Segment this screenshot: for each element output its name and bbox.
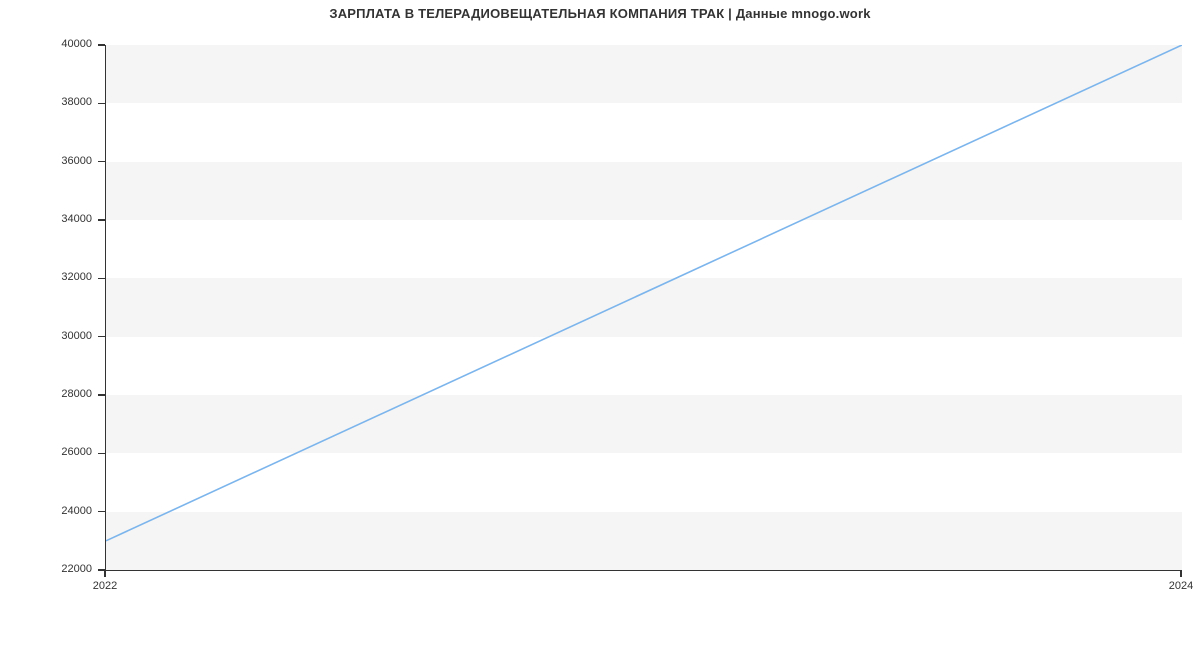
- tick-mark: [98, 453, 105, 455]
- y-tick-label: 40000: [0, 38, 92, 50]
- y-tick-label: 22000: [0, 563, 92, 575]
- tick-mark: [98, 394, 105, 396]
- x-tick-label: 2022: [65, 580, 145, 592]
- y-tick-label: 30000: [0, 330, 92, 342]
- y-tick-label: 28000: [0, 388, 92, 400]
- tick-mark: [98, 219, 105, 221]
- y-tick-label: 38000: [0, 96, 92, 108]
- tick-mark: [98, 103, 105, 105]
- tick-mark: [98, 161, 105, 163]
- x-tick-label: 2024: [1141, 580, 1200, 592]
- tick-mark: [98, 511, 105, 513]
- tick-mark: [1180, 570, 1182, 577]
- tick-mark: [98, 336, 105, 338]
- y-tick-label: 32000: [0, 271, 92, 283]
- chart-title: ЗАРПЛАТА В ТЕЛЕРАДИОВЕЩАТЕЛЬНАЯ КОМПАНИЯ…: [0, 6, 1200, 21]
- salary-line-chart: ЗАРПЛАТА В ТЕЛЕРАДИОВЕЩАТЕЛЬНАЯ КОМПАНИЯ…: [0, 0, 1200, 650]
- y-tick-label: 24000: [0, 505, 92, 517]
- tick-mark: [104, 570, 106, 577]
- tick-mark: [98, 44, 105, 46]
- data-line: [106, 45, 1182, 570]
- tick-mark: [98, 278, 105, 280]
- y-tick-label: 36000: [0, 155, 92, 167]
- y-tick-label: 34000: [0, 213, 92, 225]
- y-tick-label: 26000: [0, 446, 92, 458]
- plot-area: [105, 45, 1182, 571]
